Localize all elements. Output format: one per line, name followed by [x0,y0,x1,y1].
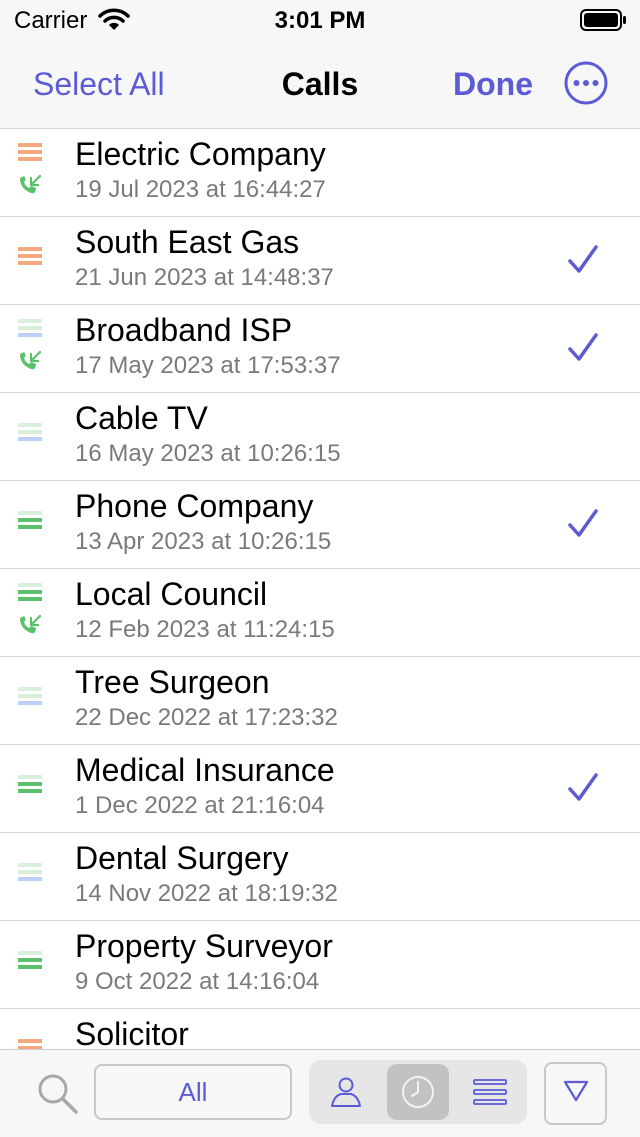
category-bars-icon [18,863,42,884]
ellipsis-circle-icon[interactable] [564,61,608,105]
category-bars-icon [18,951,42,972]
call-list[interactable]: Electric Company 19 Jul 2023 at 16:44:27 S… [0,129,640,1049]
checkmark-icon [566,771,600,810]
person-icon[interactable] [315,1064,377,1120]
call-date: 21 Jun 2023 at 14:48:37 [75,264,334,291]
call-name: South East Gas [75,224,300,260]
call-row[interactable]: Electric Company 19 Jul 2023 at 16:44:27 [0,129,640,217]
call-row[interactable]: Medical Insurance 1 Dec 2022 at 21:16:04 [0,745,640,833]
search-icon[interactable] [36,1072,80,1121]
call-date: 13 Apr 2023 at 10:26:15 [75,528,332,555]
sort-button[interactable] [544,1062,607,1125]
call-name: Phone Company [75,488,314,524]
status-time: 3:01 PM [274,7,366,34]
call-row[interactable]: Phone Company 13 Apr 2023 at 10:26:15 [0,481,640,569]
filter-all-button[interactable]: All [94,1064,292,1120]
call-name: Dental Surgery [75,840,289,876]
call-date: 19 Jul 2023 at 16:44:27 [75,176,326,203]
status-bar: Carrier 3:01 PM [0,0,640,40]
checkmark-icon [566,331,600,370]
bottom-toolbar: All [0,1049,640,1137]
call-name: Electric Company [75,136,326,172]
call-row[interactable]: Local Council 12 Feb 2023 at 11:24:15 [0,569,640,657]
category-bars-icon [18,511,42,532]
checkmark-icon [566,507,600,546]
incoming-call-icon [17,350,43,377]
page-title: Calls [281,66,359,102]
incoming-call-icon [17,174,43,201]
view-segmented-control [309,1060,527,1124]
call-name: Tree Surgeon [75,664,270,700]
call-date: 17 May 2023 at 17:53:37 [75,352,341,379]
call-row[interactable]: Property Surveyor 9 Oct 2022 at 14:16:04 [0,921,640,1009]
triangle-down-icon [562,1078,590,1109]
category-bars-icon [18,1039,42,1049]
call-name: Property Surveyor [75,928,333,964]
call-name: Medical Insurance [75,752,335,788]
checkmark-icon [566,243,600,282]
call-row[interactable]: Solicitor [0,1009,640,1049]
call-date: 1 Dec 2022 at 21:16:04 [75,792,325,819]
call-row[interactable]: South East Gas 21 Jun 2023 at 14:48:37 [0,217,640,305]
call-row[interactable]: Tree Surgeon 22 Dec 2022 at 17:23:32 [0,657,640,745]
clock-icon[interactable] [387,1064,449,1120]
call-date: 22 Dec 2022 at 17:23:32 [75,704,338,731]
call-name: Cable TV [75,400,208,436]
call-name: Broadband ISP [75,312,293,348]
done-button[interactable]: Done [453,66,533,103]
category-bars-icon [18,423,42,444]
call-date: 12 Feb 2023 at 11:24:15 [75,616,335,643]
incoming-call-icon [17,614,43,641]
call-row[interactable]: Dental Surgery 14 Nov 2022 at 18:19:32 [0,833,640,921]
category-bars-icon [18,583,42,604]
category-bars-icon [18,687,42,708]
category-bars-icon [18,143,42,164]
list-lines-icon[interactable] [459,1064,521,1120]
call-row[interactable]: Cable TV 16 May 2023 at 10:26:15 [0,393,640,481]
category-bars-icon [18,247,42,268]
battery-icon [580,8,628,37]
call-name: Local Council [75,576,268,612]
navigation-bar: Select All Calls Done [0,40,640,129]
category-bars-icon [18,319,42,340]
call-name: Solicitor [75,1016,189,1049]
call-date: 16 May 2023 at 10:26:15 [75,440,341,467]
call-date: 14 Nov 2022 at 18:19:32 [75,880,338,907]
call-date: 9 Oct 2022 at 14:16:04 [75,968,320,995]
category-bars-icon [18,775,42,796]
call-row[interactable]: Broadband ISP 17 May 2023 at 17:53:37 [0,305,640,393]
